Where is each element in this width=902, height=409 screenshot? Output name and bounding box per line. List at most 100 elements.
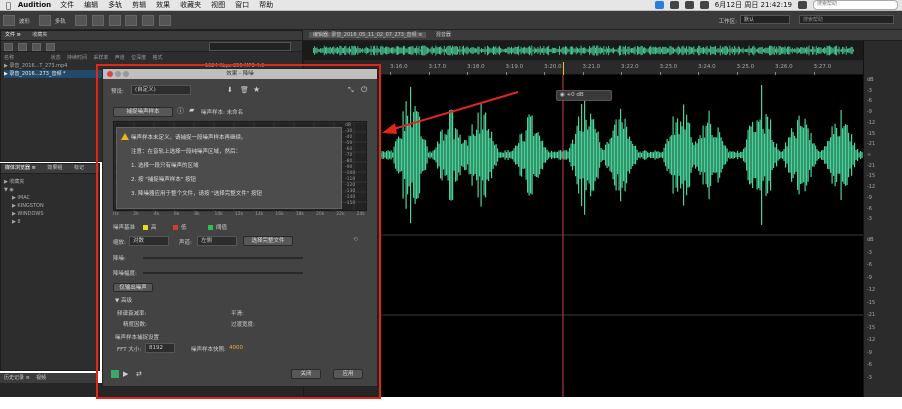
timeline-tick: 3:22.0 [621, 64, 639, 75]
col-duration[interactable]: 持续时间 [67, 55, 87, 61]
spotlight-icon[interactable] [798, 1, 807, 9]
ruler-label: -6 [867, 262, 872, 268]
workspace-label: 工作区: [718, 19, 737, 25]
wifi-icon[interactable] [684, 1, 694, 9]
new-file-icon[interactable] [4, 43, 13, 51]
hud-volume[interactable]: ◉ +0 dB [556, 90, 612, 101]
ruler-label: -9 [867, 109, 872, 116]
ruler-label: -6 [867, 205, 872, 212]
ruler-label: -9 [867, 349, 872, 356]
volume-icon[interactable] [699, 1, 709, 9]
col-samplerate[interactable]: 采样率 [93, 55, 108, 61]
tab-effects-rack[interactable]: 效果组 [47, 165, 62, 171]
waveform-overview[interactable] [303, 41, 863, 60]
media-item[interactable]: ▶ WINDOWS [4, 210, 96, 218]
hud-volume-value: +0 dB [566, 92, 584, 98]
media-item[interactable]: ▼ ◉ [4, 186, 96, 194]
menu-multitrack[interactable]: 多轨 [108, 0, 122, 10]
timeline-tick: 3:20.0 [544, 64, 562, 75]
status-arrow-icon[interactable] [654, 1, 664, 9]
editor-header: 编辑器: 录音_2016_05_11_02_07_273_音频 ≡ 混音器 [303, 30, 902, 41]
menu-file[interactable]: 文件 [60, 0, 74, 10]
ruler-label: -15 [867, 173, 876, 180]
ruler-label: -9 [867, 194, 872, 201]
ruler-label: dB [867, 77, 874, 83]
tab-markers[interactable]: 标记 [74, 165, 84, 171]
clock[interactable]: 6月12日 周日 21:42:19 [715, 0, 792, 10]
playhead-marker[interactable] [563, 62, 564, 75]
ruler-label: -3 [867, 216, 872, 223]
tool-lasso-icon[interactable] [142, 15, 155, 26]
media-item[interactable]: ▶ 8 [4, 218, 96, 226]
ruler-label: -9 [867, 274, 872, 281]
multitrack-view-label[interactable]: 多轨 [55, 17, 66, 25]
tool-marquee-icon[interactable] [125, 15, 138, 26]
tab-media-browser[interactable]: 媒体浏览器 ≡ [5, 165, 36, 171]
menu-edit[interactable]: 编辑 [84, 0, 98, 10]
timeline-tick: 3:21.0 [582, 64, 601, 75]
col-status[interactable]: 状态 [51, 55, 61, 61]
col-name[interactable]: 名称 [4, 55, 14, 61]
menu-window[interactable]: 窗口 [235, 0, 249, 10]
tab-favorites[interactable]: 收藏夹 [32, 32, 47, 38]
media-browser-panel: 媒体浏览器 ≡ 效果组 标记 ▶ 收藏夹 ▼ ◉ ▶ IMAC ▶ KINGST… [0, 163, 100, 371]
timeline-tick: 3:16.0 [390, 64, 408, 75]
history-panel-header: 历史记录 ≡ 视频 [0, 373, 98, 383]
hud-knob-icon[interactable]: ◉ [560, 92, 565, 98]
ruler-label: -3 [867, 249, 872, 256]
overview-waveform [303, 41, 863, 60]
ruler-label: -12 [867, 119, 876, 126]
tool-razor-icon[interactable] [91, 15, 104, 26]
file-name: ▶ 录音_2016...T_273.mp4 [4, 63, 68, 69]
ruler-label: -6 [867, 362, 872, 368]
menu-clip[interactable]: 剪辑 [132, 0, 146, 10]
ruler-label: -15 [867, 130, 876, 137]
timeline-tick: 3:25.0 [736, 64, 755, 75]
workspace-dropdown[interactable]: 默认 [740, 15, 790, 24]
editor-tab[interactable]: 编辑器: 录音_2016_05_11_02_07_273_音频 ≡ [309, 32, 427, 38]
ruler-label: -3 [867, 374, 872, 381]
ruler-label: -21 [867, 141, 876, 148]
menu-view[interactable]: 视图 [211, 0, 225, 10]
tab-video[interactable]: 视频 [36, 375, 46, 381]
apple-icon[interactable]:  [6, 1, 11, 10]
ruler-label: -12 [867, 287, 876, 293]
menu-favorites[interactable]: 收藏夹 [180, 0, 201, 10]
files-search-input[interactable] [209, 42, 291, 51]
col-channels[interactable]: 声道 [115, 55, 125, 61]
media-panel-header: 媒体浏览器 ≡ 效果组 标记 [1, 164, 99, 174]
ruler-label: -15 [867, 324, 876, 331]
tool-brush-icon[interactable] [159, 15, 172, 26]
timeline-ruler[interactable]: 3:16.0 3:17.0 3:18.0 3:19.0 3:20.0 3:21.0 3:22… [380, 62, 863, 75]
files-panel-toolbar [1, 41, 302, 52]
status-app-icon[interactable] [669, 1, 679, 9]
menu-effects[interactable]: 效果 [156, 0, 170, 10]
waveform-view-icon[interactable] [3, 15, 15, 26]
multitrack-view-icon[interactable] [38, 15, 51, 26]
waveform-view-label[interactable]: 波形 [19, 17, 30, 25]
media-item[interactable]: ▶ IMAC [4, 194, 96, 202]
tab-files[interactable]: 文件 ≡ [5, 32, 21, 38]
amplitude-ruler: dB -3 -6 -9 -12 -15 -21 ∞ -21 -15 -12 -9 -6 -3 dB -3 -6 -… [863, 41, 902, 397]
close-file-icon[interactable] [45, 43, 55, 51]
media-item[interactable]: ▶ KINGSTON [4, 202, 96, 210]
col-format[interactable]: 格式 [152, 55, 162, 61]
tool-select-icon[interactable] [108, 15, 121, 26]
timeline-tick: 3:26.0 [775, 64, 793, 75]
timeline-tick: 3:27.0 [813, 64, 832, 75]
app-name-menu[interactable]: Audition [18, 1, 51, 9]
tool-move-icon[interactable] [74, 15, 87, 26]
open-file-icon[interactable] [17, 43, 27, 51]
tab-history[interactable]: 历史记录 ≡ [4, 375, 30, 381]
menubar-search-input[interactable]: 搜索帮助 [813, 0, 898, 10]
menu-help[interactable]: 帮助 [259, 0, 273, 10]
timeline-tick: 3:19.0 [505, 64, 524, 75]
mixer-tab[interactable]: 混音器 [436, 32, 451, 38]
col-bitdepth[interactable]: 位深度 [131, 55, 146, 61]
insert-file-icon[interactable] [31, 43, 41, 51]
app-toolbar: 波形 多轨 工作区: 默认 搜索帮助 [0, 11, 902, 30]
media-item[interactable]: ▶ 收藏夹 [4, 178, 96, 186]
help-search-input[interactable]: 搜索帮助 [799, 15, 894, 24]
ruler-label: -21 [867, 162, 876, 169]
ruler-label: -3 [867, 87, 872, 94]
